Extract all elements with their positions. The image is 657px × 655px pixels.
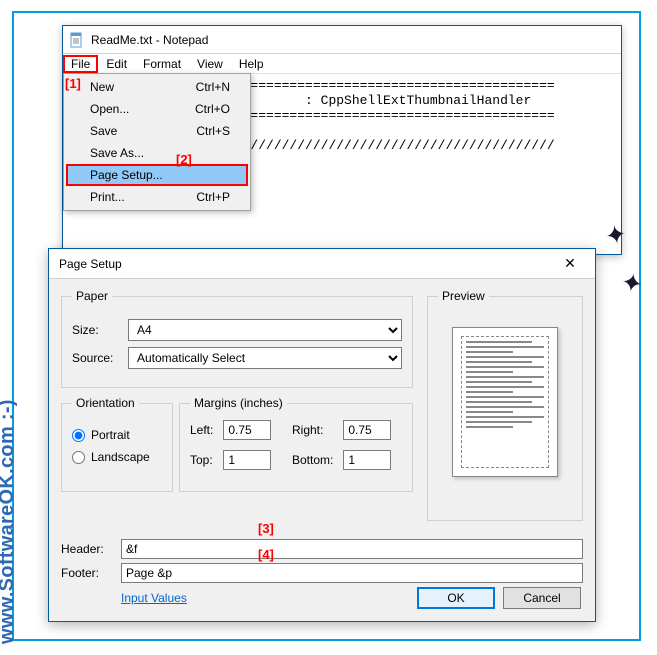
header-label: Header:: [61, 542, 121, 556]
menu-format[interactable]: Format: [135, 55, 189, 73]
menu-item-label: Open...: [90, 102, 129, 116]
close-button[interactable]: ✕: [549, 250, 591, 278]
margin-right-input[interactable]: [343, 420, 391, 440]
orientation-legend: Orientation: [72, 396, 139, 410]
menu-item-print[interactable]: Print... Ctrl+P: [66, 186, 248, 208]
margin-top-label: Top:: [190, 453, 213, 467]
menu-item-label: New: [90, 80, 114, 94]
paper-group: Paper Size: A4 Source: Automatically Sel…: [61, 289, 413, 388]
file-menu-dropdown: New Ctrl+N Open... Ctrl+O Save Ctrl+S Sa…: [63, 73, 251, 211]
notepad-icon: [69, 32, 85, 48]
header-input[interactable]: [121, 539, 583, 559]
portrait-label: Portrait: [91, 428, 130, 442]
size-label: Size:: [72, 323, 128, 337]
preview-page: [452, 327, 558, 477]
margins-group: Margins (inches) Left: Right: Top: Botto…: [179, 396, 413, 492]
portrait-radio[interactable]: [72, 429, 85, 442]
menu-item-save[interactable]: Save Ctrl+S: [66, 120, 248, 142]
annotation-1: [1]: [65, 76, 81, 91]
menu-item-shortcut: Ctrl+S: [196, 124, 230, 138]
margin-left-label: Left:: [190, 423, 213, 437]
menu-view[interactable]: View: [189, 55, 231, 73]
annotation-3: [3]: [258, 521, 274, 536]
menu-item-saveas[interactable]: Save As...: [66, 142, 248, 164]
dialog-titlebar[interactable]: Page Setup ✕: [49, 249, 595, 279]
size-combo[interactable]: A4: [128, 319, 402, 341]
margin-bottom-label: Bottom:: [292, 453, 333, 467]
margins-legend: Margins (inches): [190, 396, 287, 410]
menu-item-new[interactable]: New Ctrl+N: [66, 76, 248, 98]
menu-item-shortcut: Ctrl+P: [196, 190, 230, 204]
input-values-link[interactable]: Input Values: [121, 591, 187, 605]
landscape-radio[interactable]: [72, 451, 85, 464]
margin-top-input[interactable]: [223, 450, 271, 470]
watermark-text: www.SoftwareOK.com :-): [0, 399, 19, 644]
ok-button[interactable]: OK: [417, 587, 495, 609]
footer-input[interactable]: [121, 563, 583, 583]
margin-bottom-input[interactable]: [343, 450, 391, 470]
source-label: Source:: [72, 351, 128, 365]
menu-item-open[interactable]: Open... Ctrl+O: [66, 98, 248, 120]
source-combo[interactable]: Automatically Select: [128, 347, 402, 369]
menu-item-pagesetup[interactable]: Page Setup...: [66, 164, 248, 186]
menu-item-shortcut: Ctrl+N: [196, 80, 230, 94]
paper-legend: Paper: [72, 289, 112, 303]
annotation-2: [2]: [176, 152, 192, 167]
cancel-button[interactable]: Cancel: [503, 587, 581, 609]
menu-item-label: Save: [90, 124, 117, 138]
notepad-menubar: File Edit Format View Help: [63, 54, 621, 74]
menu-help[interactable]: Help: [231, 55, 272, 73]
notepad-titlebar[interactable]: ReadMe.txt - Notepad: [63, 26, 621, 54]
dialog-title: Page Setup: [59, 257, 122, 271]
preview-inner: [461, 336, 549, 468]
footer-label: Footer:: [61, 566, 121, 580]
annotation-4: [4]: [258, 547, 274, 562]
close-icon: ✕: [564, 255, 576, 272]
menu-edit[interactable]: Edit: [98, 55, 135, 73]
menu-item-label: Print...: [90, 190, 125, 204]
preview-group: Preview: [427, 289, 583, 521]
landscape-label: Landscape: [91, 450, 150, 464]
notepad-title: ReadMe.txt - Notepad: [91, 33, 208, 47]
menu-item-shortcut: Ctrl+O: [195, 102, 230, 116]
menu-file[interactable]: File: [63, 55, 98, 73]
margin-left-input[interactable]: [223, 420, 271, 440]
margin-right-label: Right:: [292, 423, 333, 437]
decorative-figure-icon: ✦: [619, 266, 646, 300]
page-setup-dialog: Page Setup ✕ Paper Size: A4 Source: Auto…: [48, 248, 596, 622]
orientation-group: Orientation Portrait Landscape: [61, 396, 173, 492]
menu-item-label: Page Setup...: [90, 168, 163, 182]
menu-item-label: Save As...: [90, 146, 144, 160]
preview-legend: Preview: [438, 289, 489, 303]
